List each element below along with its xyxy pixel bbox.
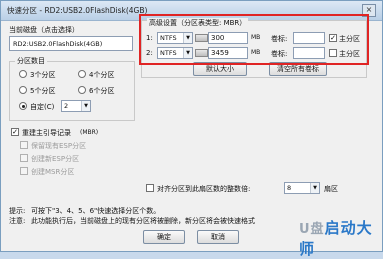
watermark-logo: U盘启动大师	[299, 217, 382, 259]
keep-esp-checkbox[interactable]	[20, 141, 28, 149]
partition-count-group	[9, 61, 135, 121]
create-esp-label: 创建新ESP分区	[31, 155, 80, 163]
radio-3-partitions[interactable]	[19, 70, 27, 78]
radio-3-label: 3个分区	[30, 71, 56, 79]
keep-esp-label: 保留现有ESP分区	[31, 142, 87, 150]
disk-value: RD2:USB2.0FlashDisk(4GB)	[13, 40, 103, 48]
rebuild-mbr-checkbox[interactable]: ✓	[11, 128, 19, 136]
hint-text: 可按下"3、4、5、6"快速选择分区个数。	[31, 207, 161, 215]
radio-4-partitions[interactable]	[78, 70, 86, 78]
disk-selector[interactable]: RD2:USB2.0FlashDisk(4GB)	[9, 36, 133, 51]
cancel-button[interactable]: 取消	[197, 230, 239, 244]
window-title: 快速分区 - RD2:USB2.0FlashDisk(4GB)	[7, 6, 148, 15]
chevron-down-icon: ▼	[81, 101, 90, 111]
custom-count-value: 2	[64, 102, 69, 110]
align-checkbox[interactable]	[146, 184, 154, 192]
partition-count-title: 分区数目	[15, 56, 47, 66]
radio-5-label: 5个分区	[30, 87, 56, 95]
align-label: 对齐分区到此扇区数的整数倍:	[157, 185, 251, 193]
ok-button[interactable]: 确定	[143, 230, 185, 244]
watermark-prefix: U盘	[299, 222, 325, 237]
create-msr-checkbox[interactable]	[20, 167, 28, 175]
create-esp-checkbox[interactable]	[20, 154, 28, 162]
radio-6-label: 6个分区	[89, 87, 115, 95]
rebuild-mbr-suffix: (MBR)	[80, 129, 99, 136]
hint-prefix: 提示:	[9, 207, 26, 215]
create-msr-label: 创建MSR分区	[31, 168, 75, 176]
highlight-box	[139, 14, 369, 65]
note-text: 此功能执行后，当前磁盘上的现有分区将被删除，新分区将会被快速格式	[31, 217, 255, 225]
radio-4-label: 4个分区	[89, 71, 115, 79]
radio-5-partitions[interactable]	[19, 86, 27, 94]
quick-partition-dialog: 快速分区 - RD2:USB2.0FlashDisk(4GB) × 当前磁盘（点…	[0, 0, 383, 258]
chevron-down-icon: ▼	[310, 183, 319, 193]
align-unit: 扇区	[324, 185, 338, 193]
radio-custom-label: 自定(C)	[30, 103, 55, 111]
radio-6-partitions[interactable]	[78, 86, 86, 94]
align-sector-value: 8	[287, 184, 292, 192]
align-sector-select[interactable]: 8 ▼	[284, 182, 320, 194]
rebuild-mbr-label: 重建主引导记录	[22, 129, 71, 137]
disk-label: 当前磁盘（点击选择）	[9, 26, 79, 34]
radio-custom[interactable]	[19, 102, 27, 110]
note-prefix: 注意:	[9, 217, 26, 225]
custom-count-select[interactable]: 2 ▼	[61, 100, 91, 112]
